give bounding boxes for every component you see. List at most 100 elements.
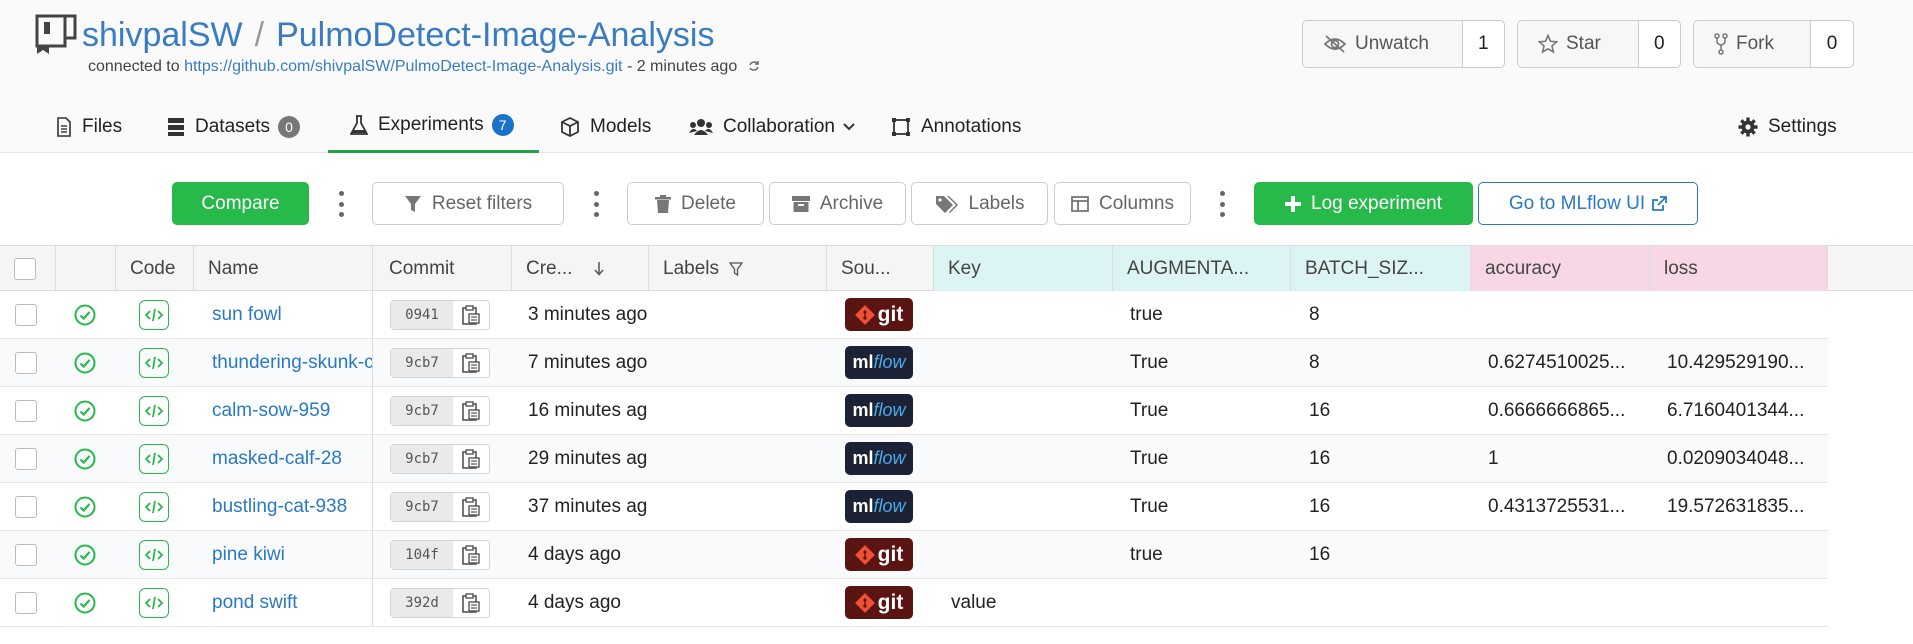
commit-hash[interactable]: 9cb7 (391, 492, 453, 521)
commit-hash[interactable]: 9cb7 (391, 348, 453, 377)
clipboard-icon (462, 592, 480, 613)
tab-experiments[interactable]: Experiments 7 (328, 100, 539, 153)
experiment-name-link[interactable]: bustling-cat-938 (212, 496, 347, 518)
table-row[interactable]: bustling-cat-938 9cb7 37 minutes ag ml fl… (0, 483, 1828, 531)
experiment-name-link[interactable]: pond swift (212, 592, 298, 614)
commit-hash[interactable]: 9cb7 (391, 444, 453, 473)
copy-commit-button[interactable] (453, 589, 489, 617)
row-checkbox[interactable] (15, 399, 37, 422)
code-button[interactable] (139, 299, 169, 330)
unwatch-count[interactable]: 1 (1463, 21, 1504, 67)
table-row[interactable]: sun fowl 0941 3 minutes ago git true 8 (0, 291, 1828, 339)
copy-commit-button[interactable] (453, 397, 489, 425)
mlflow-ui-link[interactable]: Go to MLflow UI (1478, 182, 1698, 225)
star-count[interactable]: 0 (1639, 21, 1680, 67)
source-git-badge[interactable]: git (845, 298, 913, 331)
header-created[interactable]: Cre... (512, 246, 649, 291)
connected-url-link[interactable]: https://github.com/shivpalSW/PulmoDetect… (184, 58, 622, 75)
tab-settings[interactable]: Settings (1738, 100, 1837, 153)
code-button[interactable] (139, 395, 169, 426)
tab-files[interactable]: Files (56, 100, 122, 153)
source-mlflow-badge[interactable]: ml flow (845, 490, 913, 523)
table-row[interactable]: thundering-skunk-c 9cb7 7 minutes ago ml… (0, 339, 1828, 387)
copy-commit-button[interactable] (453, 541, 489, 569)
row-checkbox[interactable] (15, 591, 37, 614)
header-commit[interactable]: Commit (375, 246, 512, 291)
star-button[interactable]: Star (1518, 21, 1639, 67)
commit-badge: 9cb7 (390, 347, 490, 378)
source-git-badge[interactable]: git (845, 538, 913, 571)
delete-button[interactable]: Delete (627, 182, 764, 225)
row-checkbox[interactable] (15, 447, 37, 470)
compare-more-menu[interactable] (338, 191, 344, 217)
header-accuracy[interactable]: accuracy (1471, 246, 1650, 291)
source-mlflow-badge[interactable]: ml flow (845, 346, 913, 379)
code-button[interactable] (139, 347, 169, 378)
header-augmentation[interactable]: AUGMENTA... (1113, 246, 1291, 291)
copy-commit-button[interactable] (453, 445, 489, 473)
owner-link[interactable]: shivpalSW (82, 16, 243, 54)
commit-hash[interactable]: 0941 (391, 300, 453, 329)
code-button[interactable] (139, 539, 169, 570)
experiment-name-link[interactable]: thundering-skunk-c (212, 352, 372, 374)
table-row[interactable]: calm-sow-959 9cb7 16 minutes ag ml flow T… (0, 387, 1828, 435)
table-row[interactable]: masked-calf-28 9cb7 29 minutes ag ml flow… (0, 435, 1828, 483)
commit-hash[interactable]: 104f (391, 540, 453, 569)
table-row[interactable]: pine kiwi 104f 4 days ago git true 16 (0, 531, 1828, 579)
row-checkbox[interactable] (15, 495, 37, 518)
row-checkbox[interactable] (15, 351, 37, 374)
experiment-name-link[interactable]: masked-calf-28 (212, 448, 342, 470)
labels-button[interactable]: Labels (911, 182, 1048, 225)
source-git-label: git (877, 590, 904, 614)
experiment-name-link[interactable]: sun fowl (212, 304, 282, 326)
code-button[interactable] (139, 491, 169, 522)
fork-label: Fork (1736, 33, 1774, 54)
unwatch-button[interactable]: Unwatch (1303, 21, 1463, 67)
experiment-name-link[interactable]: calm-sow-959 (212, 400, 330, 422)
archive-icon (791, 195, 810, 212)
header-batch-size[interactable]: BATCH_SIZ... (1291, 246, 1471, 291)
columns-button[interactable]: Columns (1054, 182, 1191, 225)
header-labels[interactable]: Labels (649, 246, 827, 291)
code-button[interactable] (139, 587, 169, 618)
row-select-cell (15, 291, 37, 338)
header-loss[interactable]: loss (1650, 246, 1828, 291)
reset-filters-button[interactable]: Reset filters (372, 182, 564, 225)
row-checkbox[interactable] (15, 303, 37, 326)
compare-button[interactable]: Compare (172, 182, 309, 225)
repo-link[interactable]: PulmoDetect-Image-Analysis (276, 16, 714, 54)
source-git-badge[interactable]: git (845, 586, 913, 619)
tab-models[interactable]: Models (560, 100, 651, 153)
select-all-checkbox[interactable] (14, 257, 36, 280)
log-experiment-button[interactable]: Log experiment (1254, 182, 1473, 225)
fork-count[interactable]: 0 (1811, 21, 1853, 67)
experiment-name-link[interactable]: pine kiwi (212, 544, 285, 566)
archive-button[interactable]: Archive (769, 182, 906, 225)
header-code[interactable]: Code (116, 246, 194, 291)
code-button[interactable] (139, 443, 169, 474)
columns-more-menu[interactable] (1219, 191, 1225, 217)
source-mlflow-badge[interactable]: ml flow (845, 442, 913, 475)
copy-commit-button[interactable] (453, 349, 489, 377)
header-key[interactable]: Key (934, 246, 1113, 291)
key-cell (951, 291, 1111, 338)
tab-annotations[interactable]: Annotations (891, 100, 1021, 153)
copy-commit-button[interactable] (453, 493, 489, 521)
fork-button[interactable]: Fork (1694, 21, 1811, 67)
filters-more-menu[interactable] (593, 191, 599, 217)
copy-commit-button[interactable] (453, 301, 489, 329)
loss-cell: 0.0209034048... (1667, 447, 1805, 469)
source-mlflow-badge[interactable]: ml flow (845, 394, 913, 427)
pinned-column-divider (372, 245, 373, 627)
tab-datasets[interactable]: Datasets 0 (167, 100, 300, 153)
header-source[interactable]: Sou... (827, 246, 934, 291)
git-logo-icon (854, 592, 875, 613)
row-checkbox[interactable] (15, 543, 37, 566)
header-name[interactable]: Name (194, 246, 373, 291)
sync-icon[interactable] (748, 60, 760, 72)
created-cell: 29 minutes ag (528, 447, 647, 469)
commit-hash[interactable]: 9cb7 (391, 396, 453, 425)
tab-collaboration[interactable]: Collaboration (689, 100, 855, 153)
commit-hash[interactable]: 392d (391, 588, 453, 617)
table-row[interactable]: pond swift 392d 4 days ago git value (0, 579, 1828, 627)
